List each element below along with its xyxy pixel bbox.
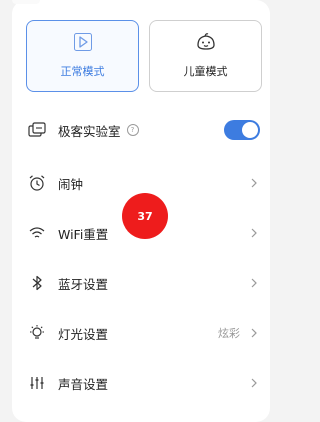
settings-row-label: 极客实验室 xyxy=(58,123,121,139)
settings-row-light[interactable]: 灯光设置 炫彩 xyxy=(28,316,260,350)
top-stub xyxy=(12,0,40,4)
light-mode-value: 炫彩 xyxy=(218,327,240,340)
settings-row-label: 闹钟 xyxy=(58,176,84,192)
help-icon[interactable]: ? xyxy=(126,124,139,136)
settings-row-geek-lab[interactable]: 极客实验室 ? xyxy=(28,113,260,147)
settings-row-label: 灯光设置 xyxy=(58,326,109,342)
kids-mode-card[interactable]: 儿童模式 xyxy=(149,20,262,92)
settings-row-label: WiFi重置 xyxy=(58,226,109,242)
kids-mode-label: 儿童模式 xyxy=(183,65,228,78)
right-edge-strip xyxy=(270,0,279,422)
normal-mode-label: 正常模式 xyxy=(60,65,105,78)
toggle-knob xyxy=(242,122,258,138)
count-badge: 37 xyxy=(122,193,168,239)
light-bulb-icon xyxy=(28,324,46,342)
chevron-right-icon xyxy=(248,228,260,238)
chevron-right-icon xyxy=(248,328,260,338)
settings-row-sound[interactable]: 声音设置 xyxy=(28,366,260,400)
settings-row-label: 蓝牙设置 xyxy=(58,276,109,292)
bluetooth-icon xyxy=(28,274,46,292)
child-face-icon xyxy=(196,33,216,55)
normal-mode-card[interactable]: 正常模式 xyxy=(26,20,139,92)
geek-lab-toggle[interactable] xyxy=(224,120,260,140)
lab-icon xyxy=(28,121,46,139)
alarm-clock-icon xyxy=(28,174,46,192)
chevron-right-icon xyxy=(248,378,260,388)
wifi-icon xyxy=(28,224,46,242)
chevron-right-icon xyxy=(248,278,260,288)
equalizer-icon xyxy=(28,374,46,392)
settings-row-bluetooth[interactable]: 蓝牙设置 xyxy=(28,266,260,300)
chevron-right-icon xyxy=(248,178,260,188)
settings-row-label: 声音设置 xyxy=(58,376,109,392)
play-icon xyxy=(73,33,92,55)
